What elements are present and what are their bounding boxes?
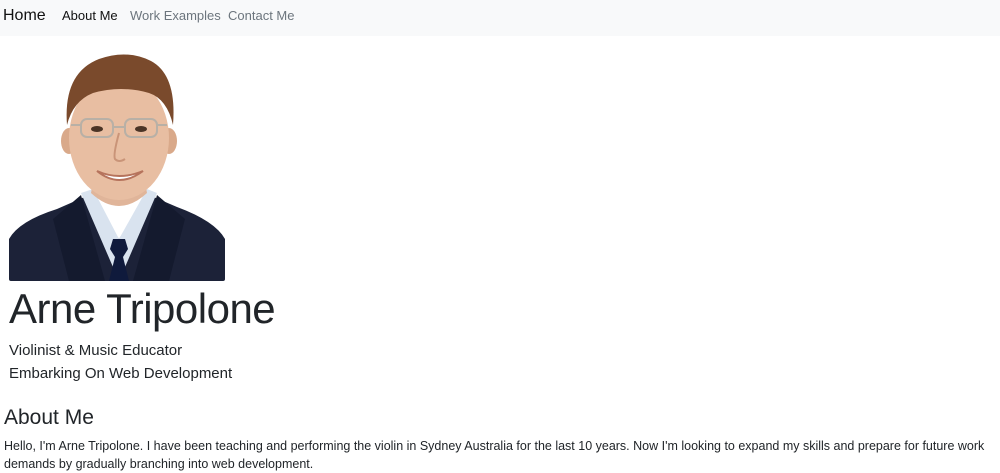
nav-home-link[interactable]: Home (3, 6, 46, 26)
tagline-web-development: Embarking On Web Development (9, 365, 233, 382)
tagline-profession: Violinist & Music Educator (9, 342, 183, 359)
nav-contact-link[interactable]: Contact Me (228, 8, 294, 24)
nav-about-link[interactable]: About Me (62, 8, 118, 24)
about-paragraph: Hello, I'm Arne Tripolone. I have been t… (4, 439, 985, 471)
person-portrait-icon (9, 54, 225, 281)
profile-photo (9, 43, 225, 281)
about-heading: About Me (4, 406, 94, 429)
nav-work-examples-link[interactable]: Work Examples (130, 8, 221, 24)
top-navbar: Home About Me Work Examples Contact Me (0, 0, 1000, 36)
profile-name: Arne Tripolone (9, 285, 276, 332)
